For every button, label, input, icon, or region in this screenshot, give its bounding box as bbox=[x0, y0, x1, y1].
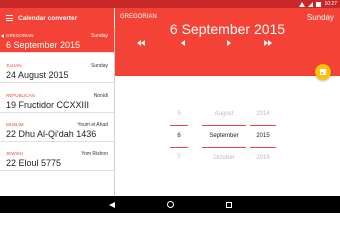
fast-rewind-icon-part bbox=[141, 40, 145, 46]
status-time: 10:27 bbox=[324, 1, 337, 7]
signal-icon bbox=[308, 1, 314, 7]
back-icon[interactable] bbox=[108, 201, 115, 208]
calendar-date: 19 Fructidor CCXXIII bbox=[6, 100, 90, 110]
app-bar: Calendar converter bbox=[0, 8, 114, 28]
wifi-icon bbox=[299, 1, 306, 7]
month-selection-bottom-line bbox=[202, 147, 246, 148]
calendar-card-julian[interactable]: JULIAN Sunday 24 August 2015 bbox=[0, 58, 114, 83]
menu-icon[interactable] bbox=[6, 15, 13, 21]
day-picker[interactable]: 5 6 7 bbox=[170, 103, 188, 169]
fast-forward-icon-part bbox=[268, 40, 272, 46]
day-prev[interactable]: 5 bbox=[170, 103, 188, 125]
date-picker: 5 6 7 August September October 2014 2015… bbox=[115, 76, 340, 196]
recents-icon[interactable] bbox=[225, 201, 232, 208]
fast-rewind-button[interactable] bbox=[134, 38, 148, 48]
main-date: 6 September 2015 bbox=[169, 21, 286, 37]
calendar-date: 6 September 2015 bbox=[6, 40, 81, 50]
calendar-name: JEWISH bbox=[6, 151, 24, 156]
year-current[interactable]: 2015 bbox=[250, 125, 276, 147]
calendar-date: 22 Dhu Al-Qi'dah 1436 bbox=[6, 129, 97, 139]
main-header: GREGORIAN Sunday 6 September 2015 bbox=[115, 8, 340, 76]
day-selection-bottom-line bbox=[170, 147, 188, 148]
calendar-card-jewish[interactable]: JEWISH Yom Rishon 22 Eloul 5775 bbox=[0, 146, 114, 171]
next-icon bbox=[227, 40, 231, 46]
selected-indicator-icon bbox=[1, 34, 4, 38]
previous-button[interactable] bbox=[176, 38, 190, 48]
month-selection-top-line bbox=[202, 125, 246, 126]
month-prev[interactable]: August bbox=[202, 103, 246, 125]
calendar-day: Youm el Ahad bbox=[77, 122, 108, 128]
status-bar: 10:27 bbox=[0, 0, 340, 8]
calendar-day: Yom Rishon bbox=[81, 151, 108, 157]
calendar-card-muslim[interactable]: MUSLIM Youm el Ahad 22 Dhu Al-Qi'dah 143… bbox=[0, 117, 114, 142]
app-title: Calendar converter bbox=[18, 14, 78, 22]
calendar-name: REPUBLICAN bbox=[6, 93, 35, 98]
calendar-day: Nonidi bbox=[93, 93, 108, 99]
calendar-icon bbox=[320, 69, 326, 75]
year-picker[interactable]: 2014 2015 2016 bbox=[250, 103, 276, 169]
calendar-name: JULIAN bbox=[6, 63, 22, 68]
year-prev[interactable]: 2014 bbox=[250, 103, 276, 125]
calendar-date: 24 August 2015 bbox=[6, 70, 69, 80]
calendar-day: Sunday bbox=[91, 33, 108, 39]
day-current[interactable]: 6 bbox=[170, 125, 188, 147]
previous-icon bbox=[181, 40, 185, 46]
calendar-date: 22 Eloul 5775 bbox=[6, 158, 62, 168]
month-picker[interactable]: August September October bbox=[202, 103, 246, 169]
fast-forward-button[interactable] bbox=[261, 38, 275, 48]
year-selection-bottom-line bbox=[250, 147, 276, 148]
system-nav-bar bbox=[0, 196, 340, 213]
day-selection-top-line bbox=[170, 125, 188, 126]
calendar-card-republican[interactable]: REPUBLICAN Nonidi 19 Fructidor CCXXIII bbox=[0, 88, 114, 113]
day-next[interactable]: 7 bbox=[170, 147, 188, 169]
battery-icon bbox=[316, 1, 322, 7]
month-current[interactable]: September bbox=[202, 125, 246, 147]
main-calendar-name: GREGORIAN bbox=[120, 14, 157, 20]
year-selection-top-line bbox=[250, 125, 276, 126]
next-button[interactable] bbox=[222, 38, 236, 48]
home-icon[interactable] bbox=[166, 201, 174, 208]
calendar-name: MUSLIM bbox=[6, 122, 24, 127]
calendar-list: GREGORIAN Sunday 6 September 2015 JULIAN… bbox=[0, 28, 114, 196]
year-next[interactable]: 2016 bbox=[250, 147, 276, 169]
navigation-row bbox=[115, 38, 340, 48]
calendar-card-gregorian[interactable]: GREGORIAN Sunday 6 September 2015 bbox=[0, 28, 114, 53]
calendar-name: GREGORIAN bbox=[6, 33, 34, 38]
calendar-day: Sunday bbox=[91, 63, 108, 69]
month-next[interactable]: October bbox=[202, 147, 246, 169]
